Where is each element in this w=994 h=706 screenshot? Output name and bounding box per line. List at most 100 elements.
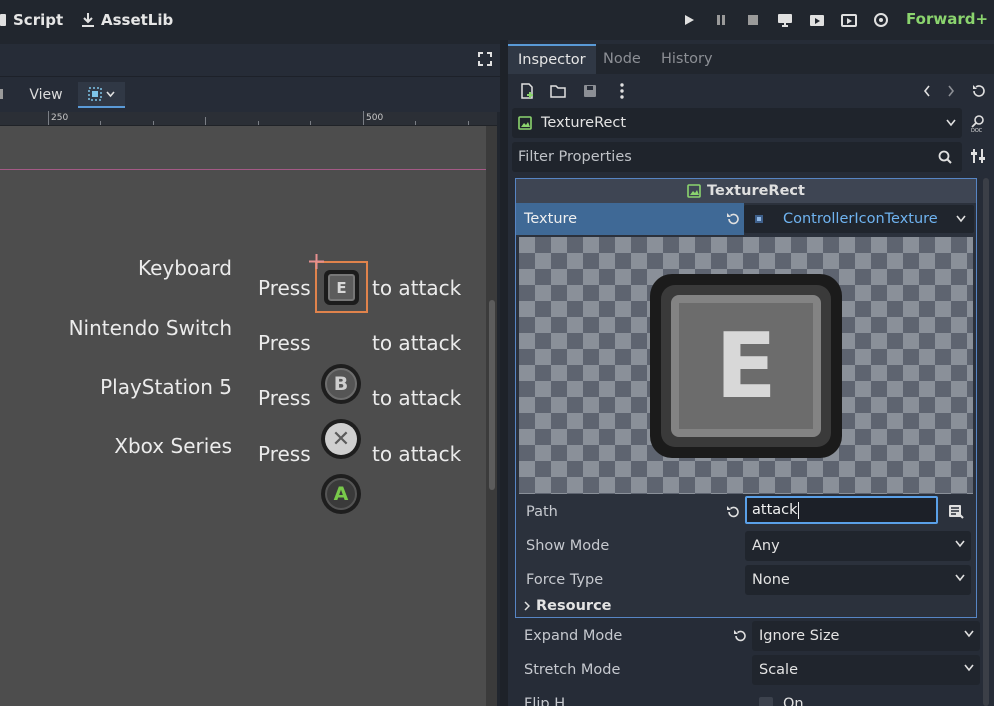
- flip-h-checkbox[interactable]: On: [752, 689, 980, 706]
- history-forward-icon[interactable]: [940, 80, 962, 102]
- assetlib-workspace-button[interactable]: AssetLib: [80, 9, 173, 31]
- inspector-toolbar: [508, 76, 994, 106]
- play-controls: [677, 9, 893, 31]
- script-workspace-button[interactable]: Script: [0, 9, 63, 31]
- viewport-guide-line: [0, 169, 486, 170]
- object-selector[interactable]: TextureRect: [512, 108, 962, 138]
- stretch-mode-dropdown[interactable]: Scale: [752, 655, 980, 685]
- chevron-down-icon: [964, 664, 974, 672]
- ruler-label-250: 250: [51, 113, 69, 123]
- tab-label: Node: [603, 51, 641, 67]
- history-back-icon[interactable]: [916, 80, 938, 102]
- object-history-icon[interactable]: [968, 80, 990, 102]
- script-icon: [0, 12, 8, 28]
- playstation-cross-button-icon: ✕: [321, 419, 361, 459]
- keyboard-key-icon: E: [324, 270, 359, 305]
- stop-icon[interactable]: [741, 9, 765, 31]
- revert-icon[interactable]: [726, 505, 740, 519]
- platform-label-keyboard: Keyboard: [137, 256, 232, 280]
- tab-history[interactable]: History: [651, 44, 723, 74]
- to-attack-text: to attack: [372, 276, 462, 300]
- pivot-crosshair-icon[interactable]: [309, 254, 324, 269]
- action-picker-icon[interactable]: [948, 503, 964, 519]
- tool-icon[interactable]: [0, 88, 6, 100]
- view-menu-label: View: [29, 87, 63, 103]
- show-mode-property: Show Mode Any: [516, 529, 976, 563]
- dropdown-value: Ignore Size: [759, 628, 840, 644]
- property-label: Flip H: [524, 696, 566, 706]
- property-label: Expand Mode: [524, 628, 623, 644]
- text-cursor: [797, 501, 799, 519]
- viewport-scrollbar[interactable]: [486, 126, 497, 706]
- chevron-down-icon: [955, 574, 965, 582]
- selection-box-icon: [88, 87, 102, 101]
- texture-rect-icon: [687, 184, 701, 198]
- to-attack-text: to attack: [372, 386, 462, 410]
- renderer-selector[interactable]: Forward+: [906, 8, 994, 30]
- tab-inspector[interactable]: Inspector: [508, 44, 596, 74]
- viewport-panel: View 250 500 Keyboard Press E to attack: [0, 40, 500, 706]
- button-glyph: B: [325, 368, 357, 400]
- viewport-toolbar: View: [0, 76, 500, 112]
- press-text: Press: [258, 442, 311, 466]
- pause-icon[interactable]: [709, 9, 733, 31]
- fullscreen-icon[interactable]: [478, 52, 492, 66]
- section-header[interactable]: TextureRect: [516, 179, 976, 203]
- show-mode-dropdown[interactable]: Any: [745, 531, 971, 561]
- texture-value: ControllerIconTexture: [783, 211, 938, 227]
- path-value: attack: [752, 502, 798, 518]
- view-menu[interactable]: View: [22, 82, 70, 108]
- chevron-right-icon: [524, 601, 530, 611]
- open-folder-icon[interactable]: [547, 80, 569, 102]
- expand-mode-property: Expand Mode Ignore Size: [515, 619, 980, 653]
- texture-preview[interactable]: E: [519, 237, 973, 494]
- expand-mode-dropdown[interactable]: Ignore Size: [752, 621, 980, 651]
- press-text: Press: [258, 386, 311, 410]
- key-glyph: E: [328, 274, 355, 301]
- play-scene-icon[interactable]: [805, 9, 829, 31]
- resource-subsection[interactable]: Resource: [516, 591, 976, 621]
- ruler-label-500: 500: [366, 113, 384, 123]
- panel-divider[interactable]: [500, 40, 508, 706]
- checkbox-label: On: [783, 696, 804, 706]
- script-label: Script: [13, 11, 64, 29]
- revert-icon[interactable]: [726, 212, 740, 226]
- path-input[interactable]: attack: [745, 496, 938, 524]
- tab-label: History: [661, 51, 713, 67]
- inspector-scrollbar[interactable]: [983, 178, 989, 706]
- property-label: Stretch Mode: [524, 662, 621, 678]
- chevron-down-icon: [955, 540, 965, 548]
- scene-canvas[interactable]: Keyboard Press E to attack Nintendo Swit…: [0, 126, 486, 706]
- movie-icon[interactable]: [869, 9, 893, 31]
- flip-h-property: Flip H On: [515, 687, 977, 706]
- download-icon: [80, 12, 96, 28]
- revert-icon[interactable]: [733, 629, 747, 643]
- object-name: TextureRect: [541, 115, 627, 131]
- stretch-mode-property: Stretch Mode Scale: [515, 653, 980, 687]
- chevron-down-icon[interactable]: [956, 215, 966, 223]
- doc-icon[interactable]: DOC: [970, 114, 986, 132]
- filter-properties-field[interactable]: Filter Properties: [512, 142, 962, 172]
- more-options-icon[interactable]: [611, 80, 633, 102]
- press-text: Press: [258, 276, 311, 300]
- snap-options-button[interactable]: [78, 82, 125, 108]
- new-resource-icon[interactable]: [516, 80, 538, 102]
- texture-rect-icon: [518, 116, 532, 130]
- remote-debug-icon[interactable]: [773, 9, 797, 31]
- property-settings-icon[interactable]: [970, 148, 986, 164]
- play-icon[interactable]: [677, 9, 701, 31]
- checkbox-box[interactable]: [759, 697, 773, 706]
- tab-node[interactable]: Node: [593, 44, 651, 74]
- play-custom-icon[interactable]: [837, 9, 861, 31]
- texture-resource-picker[interactable]: ControllerIconTexture: [744, 205, 974, 233]
- to-attack-text: to attack: [372, 442, 462, 466]
- dropdown-value: None: [752, 572, 790, 588]
- preview-glyph: E: [671, 295, 821, 437]
- platform-label-playstation: PlayStation 5: [100, 375, 232, 399]
- platform-label-switch: Nintendo Switch: [68, 316, 232, 340]
- dropdown-value: Any: [752, 538, 780, 554]
- horizontal-ruler: 250 500: [0, 111, 497, 126]
- scrollbar-thumb[interactable]: [489, 300, 495, 490]
- viewport-header: [0, 44, 500, 76]
- save-icon[interactable]: [579, 80, 601, 102]
